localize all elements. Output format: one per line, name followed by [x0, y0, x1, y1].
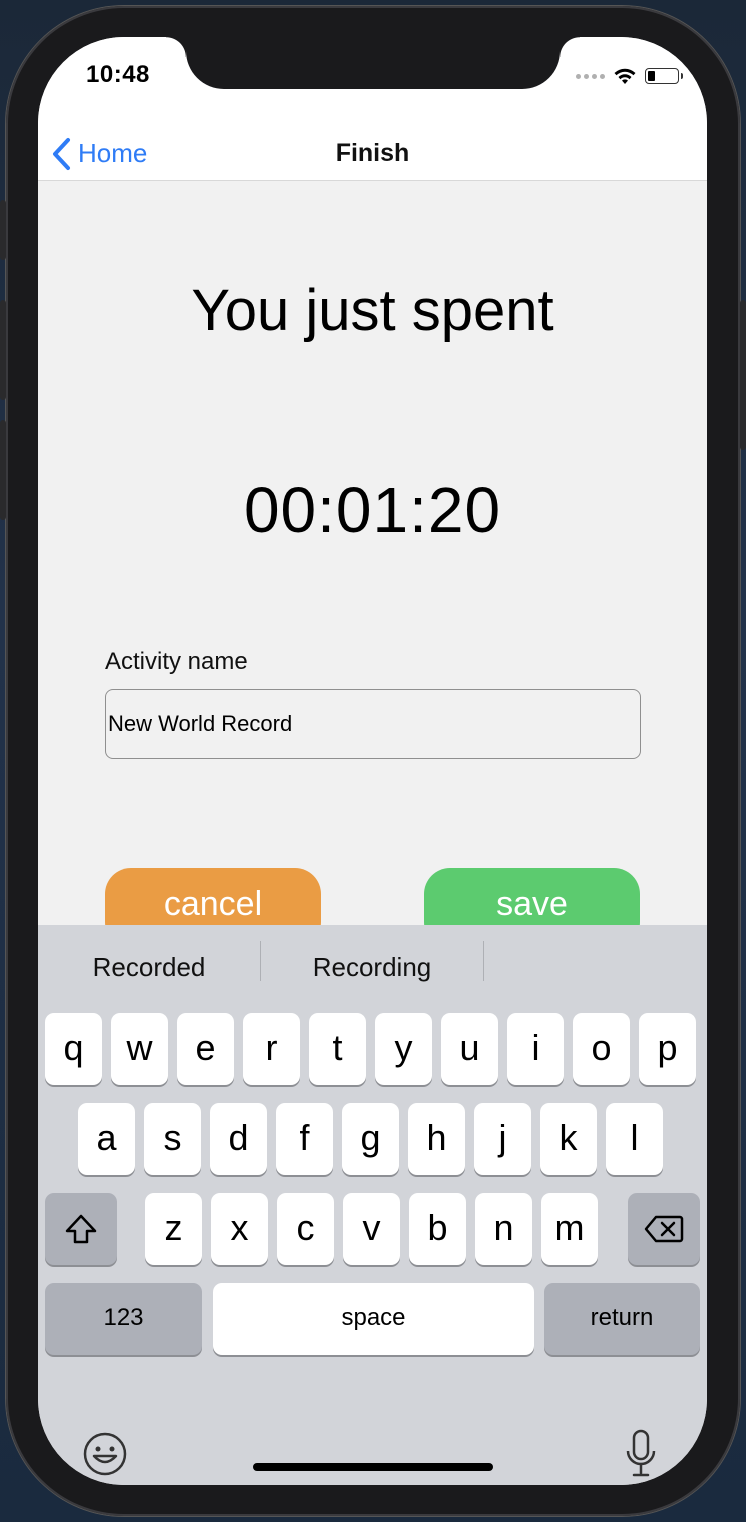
keyboard: Recorded Recording 123 space return q w … [38, 925, 707, 1485]
key-y[interactable]: y [375, 1013, 432, 1085]
key-s[interactable]: s [144, 1103, 201, 1175]
numbers-key[interactable]: 123 [45, 1283, 202, 1355]
suggestion-3[interactable] [484, 925, 707, 1009]
activity-name-input[interactable] [105, 689, 641, 759]
key-z[interactable]: z [145, 1193, 202, 1265]
status-icons [576, 67, 683, 85]
key-w[interactable]: w [111, 1013, 168, 1085]
key-f[interactable]: f [276, 1103, 333, 1175]
status-time: 10:48 [86, 61, 150, 88]
key-k[interactable]: k [540, 1103, 597, 1175]
key-i[interactable]: i [507, 1013, 564, 1085]
space-key[interactable]: space [213, 1283, 534, 1355]
delete-key[interactable] [628, 1193, 700, 1265]
battery-icon [645, 68, 683, 84]
key-p[interactable]: p [639, 1013, 696, 1085]
delete-icon [644, 1215, 684, 1243]
signal-icon [576, 73, 605, 79]
key-v[interactable]: v [343, 1193, 400, 1265]
key-h[interactable]: h [408, 1103, 465, 1175]
key-l[interactable]: l [606, 1103, 663, 1175]
key-d[interactable]: d [210, 1103, 267, 1175]
headline: You just spent [191, 278, 554, 343]
shift-key[interactable] [45, 1193, 117, 1265]
power-button [740, 300, 746, 450]
shift-icon [65, 1214, 97, 1244]
key-o[interactable]: o [573, 1013, 630, 1085]
key-x[interactable]: x [211, 1193, 268, 1265]
mute-switch [0, 200, 6, 260]
suggestion-bar: Recorded Recording [38, 925, 707, 1009]
notch [166, 37, 580, 89]
key-t[interactable]: t [309, 1013, 366, 1085]
key-m[interactable]: m [541, 1193, 598, 1265]
volume-up-button [0, 300, 6, 400]
key-c[interactable]: c [277, 1193, 334, 1265]
emoji-icon[interactable] [82, 1431, 128, 1477]
key-n[interactable]: n [475, 1193, 532, 1265]
navigation-bar: Home Finish [38, 127, 707, 181]
key-j[interactable]: j [474, 1103, 531, 1175]
home-indicator[interactable] [253, 1463, 493, 1471]
volume-down-button [0, 420, 6, 520]
key-q[interactable]: q [45, 1013, 102, 1085]
key-a[interactable]: a [78, 1103, 135, 1175]
page-title: Finish [335, 139, 410, 167]
key-r[interactable]: r [243, 1013, 300, 1085]
key-b[interactable]: b [409, 1193, 466, 1265]
key-e[interactable]: e [177, 1013, 234, 1085]
phone-screen: 10:48 Home Finish You just spent 00:01:2… [38, 37, 707, 1485]
activity-name-label: Activity name [105, 648, 248, 675]
key-g[interactable]: g [342, 1103, 399, 1175]
suggestion-1[interactable]: Recorded [38, 925, 260, 1009]
wifi-icon [614, 68, 636, 84]
suggestion-2[interactable]: Recording [261, 925, 483, 1009]
microphone-icon[interactable] [624, 1429, 658, 1479]
return-key[interactable]: return [544, 1283, 700, 1355]
key-u[interactable]: u [441, 1013, 498, 1085]
elapsed-time: 00:01:20 [243, 474, 502, 546]
